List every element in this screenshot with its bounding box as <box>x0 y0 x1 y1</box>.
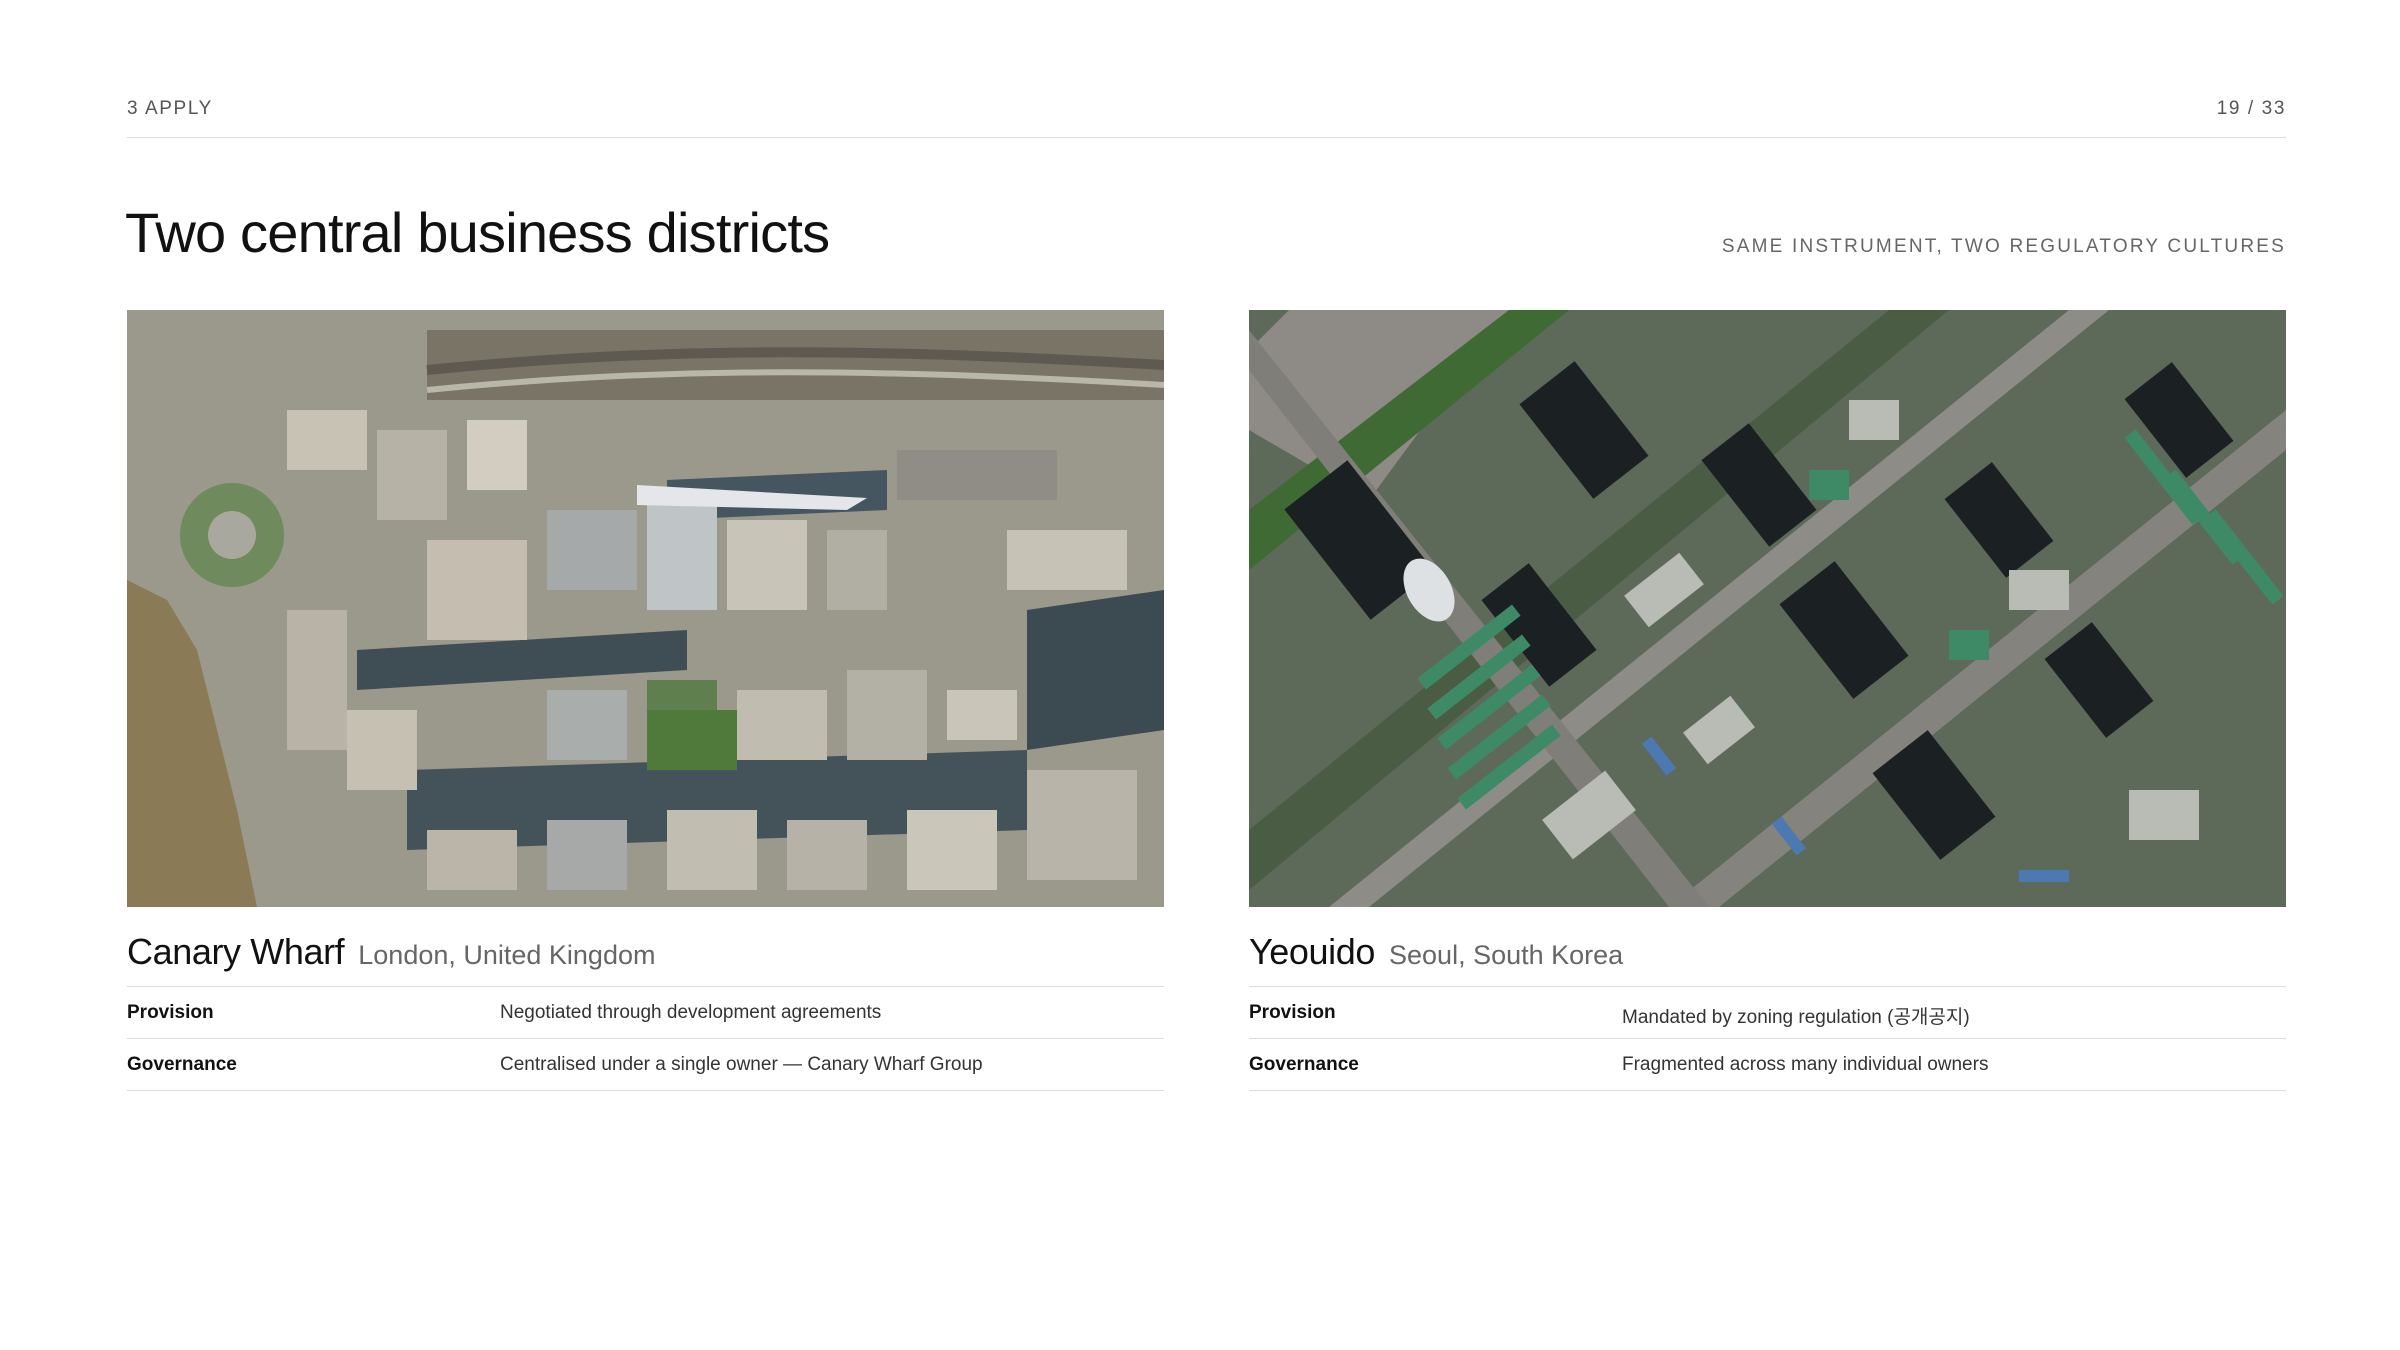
row-label: Governance <box>127 1054 237 1075</box>
top-bar: 3 APPLY 19 / 33 <box>127 96 2286 138</box>
slide-title: Two central business districts <box>125 201 830 264</box>
aerial-photo-canary-wharf <box>127 310 1164 907</box>
district-heading: Canary Wharf London, United Kingdom <box>127 931 1164 987</box>
district-location: Seoul, South Korea <box>1389 940 1624 970</box>
table-row: Governance Fragmented across many indivi… <box>1249 1039 2286 1091</box>
aerial-photo-yeouido <box>1249 310 2286 907</box>
district-location: London, United Kingdom <box>358 940 656 970</box>
row-value: Fragmented across many individual owners <box>1622 1054 1989 1075</box>
district-name: Canary Wharf <box>127 931 345 972</box>
district-card-canary-wharf: Canary Wharf London, United Kingdom Prov… <box>127 310 1164 1091</box>
row-label: Provision <box>1249 1002 1336 1023</box>
district-name: Yeouido <box>1249 931 1376 972</box>
page-number: 19 / 33 <box>2216 98 2286 119</box>
table-row: Provision Negotiated through development… <box>127 987 1164 1039</box>
table-row: Provision Mandated by zoning regulation … <box>1249 987 2286 1039</box>
table-row: Governance Centralised under a single ow… <box>127 1039 1164 1091</box>
slide-subtitle: SAME INSTRUMENT, TWO REGULATORY CULTURES <box>1721 236 2286 257</box>
district-card-yeouido: Yeouido Seoul, South Korea Provision Man… <box>1249 310 2286 1091</box>
row-value: Negotiated through development agreement… <box>500 1002 882 1023</box>
row-value: Mandated by zoning regulation (공개공지) <box>1622 1007 1970 1028</box>
row-value: Centralised under a single owner — Canar… <box>500 1054 983 1075</box>
section-label: 3 APPLY <box>127 98 213 119</box>
row-label: Governance <box>1249 1054 1359 1075</box>
row-label: Provision <box>127 1002 214 1023</box>
district-heading: Yeouido Seoul, South Korea <box>1249 931 2286 987</box>
